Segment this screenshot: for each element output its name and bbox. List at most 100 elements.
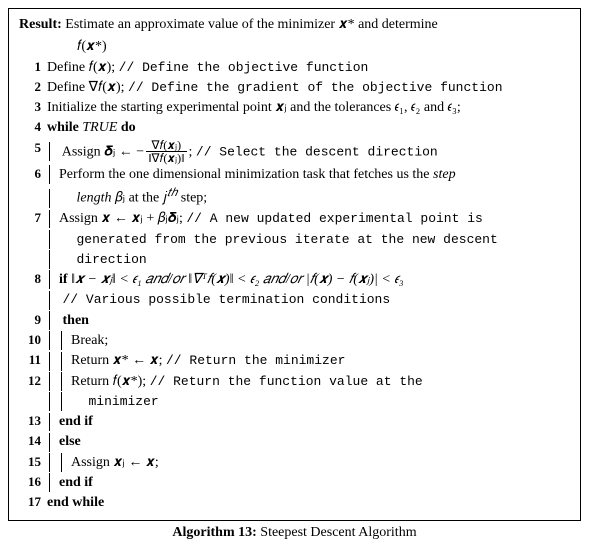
keyword-endif: end if <box>59 414 93 429</box>
algo-line-3: 3 Initialize the starting experimental p… <box>19 98 570 118</box>
algo-line-16: 16 end if <box>19 473 570 493</box>
line-number: 3 <box>19 98 47 117</box>
result-text-1: Estimate an approximate value of the min… <box>65 17 437 32</box>
algo-line-9: 9 then <box>19 311 570 331</box>
indent-bar <box>49 270 50 289</box>
keyword-then: then <box>63 313 89 328</box>
line-number: 15 <box>19 453 47 472</box>
line-comment: // Define the gradient of the objective … <box>128 80 502 95</box>
line-number: 17 <box>19 493 47 512</box>
if-condition: ‖𝒙 − 𝒙ⱼ‖ < 𝜖₁ 𝑎𝑛𝑑/𝑜𝑟 ‖∇ᵀ𝑓(𝒙)‖ < 𝜖₂ 𝑎𝑛𝑑/𝑜… <box>71 272 404 287</box>
keyword-endwhile: end while <box>47 495 104 510</box>
line-number: 12 <box>19 372 47 391</box>
keyword-if: if <box>59 272 68 287</box>
indent-bar <box>49 291 50 310</box>
line-number: 11 <box>19 351 47 370</box>
line-comment-b: minimizer <box>89 394 159 409</box>
jth-sup: 𝑡ℎ <box>167 186 177 199</box>
indent-bar <box>49 331 50 350</box>
fraction-den: ‖∇𝑓(𝒙ⱼ)‖ <box>146 152 186 165</box>
indent-bar <box>61 392 62 411</box>
keyword-while: while <box>47 120 79 135</box>
line-number: 8 <box>19 270 47 289</box>
algo-line-4: 4 while TRUE do <box>19 118 570 138</box>
indent-bar <box>61 372 62 391</box>
line-number: 9 <box>19 311 47 330</box>
line-number: 2 <box>19 78 47 97</box>
line-comment-a: // Return the function value at the <box>150 374 423 389</box>
algo-line-15: 15 Assign 𝒙ⱼ ← 𝒙; <box>19 453 570 473</box>
line-body: Initialize the starting experimental poi… <box>47 98 570 118</box>
result-text-2: 𝑓(𝒙*) <box>19 37 570 57</box>
line-body: Assign 𝒙ⱼ ← 𝒙; <box>71 455 159 470</box>
line-number: 5 <box>19 139 47 158</box>
line-comment: // Return the minimizer <box>166 353 345 368</box>
fraction: ∇𝑓(𝒙ⱼ)‖∇𝑓(𝒙ⱼ)‖ <box>146 139 186 165</box>
caption-label: Algorithm 13: <box>172 525 256 540</box>
line-comment-c: direction <box>77 252 147 267</box>
indent-bar <box>61 331 62 350</box>
line-number: 1 <box>19 58 47 77</box>
indent-bar <box>49 230 50 249</box>
algo-line-7: 7 Assign 𝒙 ← 𝒙ⱼ + 𝛽ⱼ𝜹ⱼ; // A new updated… <box>19 209 570 270</box>
line-comment: // Select the descent direction <box>196 144 438 159</box>
indent-bar <box>49 250 50 269</box>
line-comment: // Define the objective function <box>119 60 369 75</box>
indent-bar <box>49 433 50 452</box>
line-body: Define 𝑓(𝒙); <box>47 60 115 75</box>
line-body: Return 𝒙* ← 𝒙; <box>71 353 163 368</box>
indent-bar <box>49 311 50 330</box>
line-number: 4 <box>19 118 47 137</box>
indent-bar <box>49 392 50 411</box>
line-body: Return 𝑓(𝒙*); <box>71 374 146 389</box>
indent-bar <box>49 165 50 184</box>
algo-line-10: 10 Break; <box>19 331 570 351</box>
indent-bar <box>49 142 50 161</box>
line-body-b: 𝛽ⱼ at the 𝑗 <box>112 191 168 206</box>
while-condition: TRUE <box>82 120 117 135</box>
algo-line-14: 14 else <box>19 432 570 452</box>
line-number: 7 <box>19 209 47 228</box>
algo-line-17: 17 end while <box>19 493 570 513</box>
line-number: 14 <box>19 432 47 451</box>
step-italic-2: length <box>77 191 112 206</box>
line-body-a: Perform the one dimensional minimization… <box>59 167 433 182</box>
algo-line-12: 12 Return 𝑓(𝒙*); // Return the function … <box>19 372 570 413</box>
algorithm-box: Result: Estimate an approximate value of… <box>8 8 581 521</box>
algo-line-1: 1 Define 𝑓(𝒙); // Define the objective f… <box>19 58 570 78</box>
step-italic-1: step <box>433 167 456 182</box>
line-comment-a: // A new updated experimental point is <box>186 211 482 226</box>
algo-line-13: 13 end if <box>19 412 570 432</box>
algo-line-5: 5 Assign 𝜹ⱼ ← −∇𝑓(𝒙ⱼ)‖∇𝑓(𝒙ⱼ)‖; // Select… <box>19 139 570 165</box>
line-body-b: ; <box>189 144 193 159</box>
indent-bar <box>49 413 50 432</box>
line-body: Break; <box>71 333 108 348</box>
indent-bar <box>61 453 62 472</box>
indent-bar <box>49 189 50 208</box>
keyword-else: else <box>59 434 81 449</box>
line-number: 10 <box>19 331 47 350</box>
indent-bar <box>61 352 62 371</box>
algo-line-6: 6 Perform the one dimensional minimizati… <box>19 165 570 209</box>
indent-bar <box>49 372 50 391</box>
result-line: Result: Estimate an approximate value of… <box>19 15 570 35</box>
line-number: 6 <box>19 165 47 184</box>
result-label: Result: <box>19 17 62 32</box>
line-body: Define ∇𝑓(𝒙); <box>47 80 125 95</box>
line-comment-b: generated from the previous iterate at t… <box>77 232 498 247</box>
indent-bar <box>49 453 50 472</box>
algo-line-8: 8 if ‖𝒙 − 𝒙ⱼ‖ < 𝜖₁ 𝑎𝑛𝑑/𝑜𝑟 ‖∇ᵀ𝑓(𝒙)‖ < 𝜖₂ … <box>19 270 570 311</box>
indent-bar <box>49 210 50 229</box>
line-body-c: step; <box>177 191 207 206</box>
algo-line-11: 11 Return 𝒙* ← 𝒙; // Return the minimize… <box>19 351 570 371</box>
keyword-do: do <box>121 120 136 135</box>
line-number: 16 <box>19 473 47 492</box>
keyword-endif: end if <box>59 475 93 490</box>
indent-bar <box>49 352 50 371</box>
line-number: 13 <box>19 412 47 431</box>
indent-bar <box>49 473 50 492</box>
algorithm-caption: Algorithm 13: Steepest Descent Algorithm <box>8 525 581 541</box>
line-body: Assign 𝒙 ← 𝒙ⱼ + 𝛽ⱼ𝜹ⱼ; <box>59 211 183 226</box>
algo-line-2: 2 Define ∇𝑓(𝒙); // Define the gradient o… <box>19 78 570 98</box>
line-body: Perform the one dimensional minimization… <box>47 167 570 209</box>
